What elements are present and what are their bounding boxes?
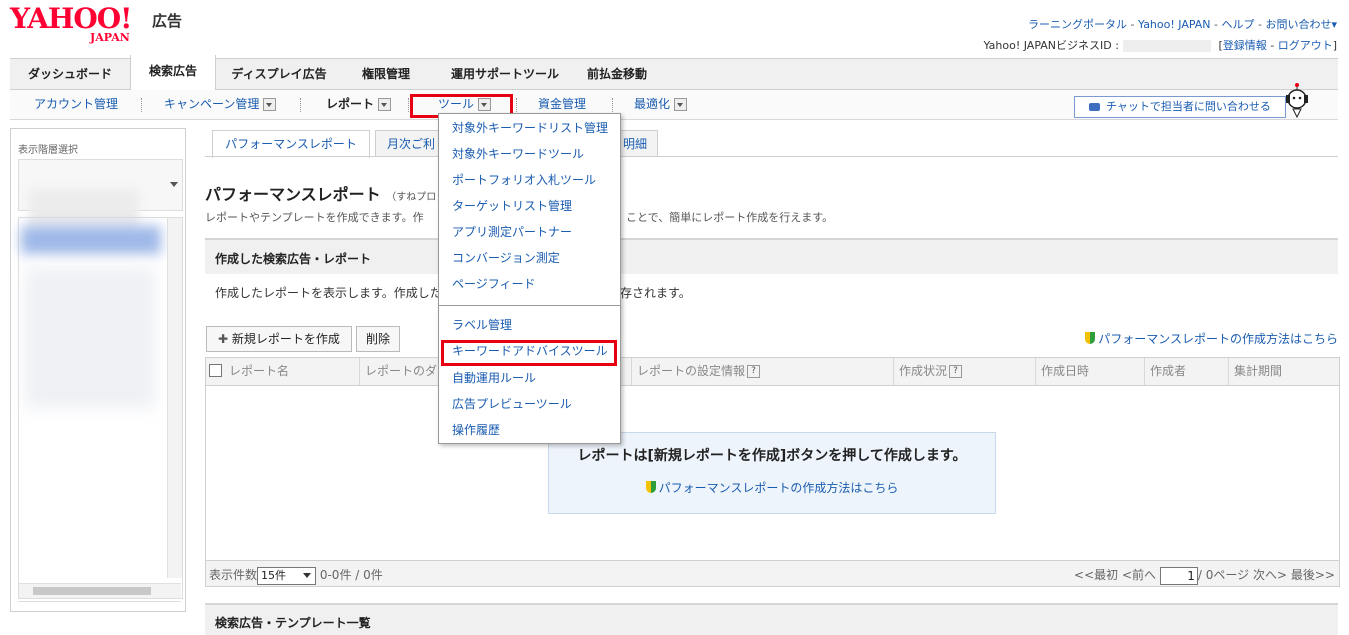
business-id-label: Yahoo! JAPANビジネスID : <box>983 39 1119 52</box>
report-table-header: レポート名 レポートのダウ レポートの設定情報? 作成状況? 作成日時 作成者 … <box>205 357 1340 386</box>
menu-conversion[interactable]: コンバージョン測定 <box>452 248 560 268</box>
hierarchy-panel: 表示階層選択 <box>10 128 186 612</box>
hierarchy-tree[interactable] <box>18 217 183 599</box>
beginner-mark-icon <box>1085 332 1096 344</box>
logo-product-text: 広告 <box>152 12 183 30</box>
template-section-header: 検索広告・テンプレート一覧 <box>205 603 1338 635</box>
total-pages: / 0ページ <box>1197 568 1250 582</box>
prev-page-link[interactable]: <前へ <box>1122 568 1156 582</box>
menu-label-management[interactable]: ラベル管理 <box>452 315 512 335</box>
help-icon[interactable]: ? <box>949 365 963 378</box>
logo-yahoo-text: YAHOO! <box>10 2 132 35</box>
yahoo-ads-logo[interactable]: YAHOO! JAPAN 広告 <box>10 2 190 45</box>
hierarchy-select[interactable] <box>18 159 183 230</box>
empty-state-box: レポートは[新規レポートを作成]ボタンを押して作成します。 パフォーマンスレポー… <box>548 432 996 514</box>
section-description-tail: 存されます。 <box>620 286 691 300</box>
logo-japan-text: JAPAN <box>90 31 130 44</box>
tab-monthly[interactable]: 月次ご利 <box>375 130 447 157</box>
result-count: 0-0件 / 0件 <box>319 568 383 582</box>
tab-search-ads[interactable]: 検索広告 <box>130 55 216 90</box>
tab-dashboard[interactable]: ダッシュボード <box>10 59 130 89</box>
next-page-link[interactable]: 次へ> <box>1253 568 1287 582</box>
plus-icon: ✚ <box>218 332 232 346</box>
section-description: 作成したレポートを表示します。作成した <box>215 286 442 300</box>
learning-portal-link[interactable]: ラーニングポータル <box>1028 18 1127 31</box>
keyword-advice-highlight-box <box>441 340 617 366</box>
col-report-settings: レポートの設定情報? <box>631 358 761 385</box>
dropdown-arrow-icon <box>263 98 277 111</box>
col-status[interactable]: 作成状況? <box>893 358 963 385</box>
chat-icon <box>1089 103 1101 111</box>
col-created-at[interactable]: 作成日時 <box>1035 358 1089 385</box>
chat-button[interactable]: チャットで担当者に問い合わせる <box>1074 96 1286 118</box>
section-header: 作成した検索広告・レポート <box>205 238 1338 274</box>
empty-state-message: レポートは[新規レポートを作成]ボタンを押して作成します。 <box>577 448 967 464</box>
select-all-checkbox[interactable] <box>209 364 222 377</box>
page-number-input[interactable]: 1 <box>1159 566 1198 585</box>
menu-ad-preview[interactable]: 広告プレビューツール <box>452 394 572 414</box>
empty-state-howto-link[interactable]: パフォーマンスレポートの作成方法はこちら <box>549 479 995 496</box>
page-description: レポートやテンプレートを作成できます。作 <box>205 211 424 224</box>
subnav-campaign[interactable]: キャンペーン管理 <box>164 90 277 119</box>
tools-dropdown-menu: 対象外キーワードリスト管理 対象外キーワードツール ポートフォリオ入札ツール タ… <box>438 113 621 444</box>
help-link[interactable]: ヘルプ <box>1222 18 1255 31</box>
tab-display-ads[interactable]: ディスプレイ広告 <box>216 59 342 89</box>
yahoo-japan-link[interactable]: Yahoo! JAPAN <box>1138 18 1211 31</box>
main-tabs: ダッシュボード 検索広告 ディスプレイ広告 権限管理 運用サポートツール 前払金… <box>10 55 1338 90</box>
tab-permissions[interactable]: 権限管理 <box>342 59 430 89</box>
page-description-tail: ことで、簡単にレポート作成を行えます。 <box>626 211 834 224</box>
dropdown-arrow-icon <box>378 98 392 111</box>
menu-operation-history[interactable]: 操作履歴 <box>452 420 500 440</box>
contact-link[interactable]: お問い合わせ▾ <box>1265 18 1337 31</box>
business-id-row: Yahoo! JAPANビジネスID : [登録情報 - ログアウト] <box>983 39 1337 52</box>
new-report-button[interactable]: ✚ 新規レポートを作成 <box>206 326 352 352</box>
menu-negative-keyword-tool[interactable]: 対象外キーワードツール <box>452 144 584 164</box>
tree-vertical-scrollbar[interactable] <box>167 218 182 578</box>
menu-negative-keyword-list[interactable]: 対象外キーワードリスト管理 <box>452 118 608 138</box>
subnav-account[interactable]: アカウント管理 <box>34 90 118 119</box>
chevron-down-icon <box>170 182 178 187</box>
dropdown-arrow-icon <box>674 98 688 111</box>
col-report-name[interactable]: レポート名 <box>224 358 289 385</box>
account-info-link[interactable]: 登録情報 <box>1223 39 1267 52</box>
beginner-mark-icon <box>645 481 656 493</box>
col-report-download: レポートのダウ <box>359 358 449 385</box>
last-page-link[interactable]: 最後>> <box>1291 568 1335 582</box>
menu-app-measurement[interactable]: アプリ測定パートナー <box>452 222 572 242</box>
first-page-link[interactable]: <<最初 <box>1074 568 1118 582</box>
tree-horizontal-scrollbar[interactable] <box>19 583 181 598</box>
col-creator[interactable]: 作成者 <box>1144 358 1186 385</box>
logout-link[interactable]: ログアウト <box>1278 39 1333 52</box>
mascot-icon <box>1283 82 1311 119</box>
page-title: パフォーマンスレポート （すねプロ <box>205 185 437 204</box>
pager: 表示件数 15件 0-0件 / 0件 <<最初 <前へ 1/ 0ページ 次へ> 最… <box>205 560 1340 587</box>
tab-support-tools[interactable]: 運用サポートツール <box>430 59 580 89</box>
tab-prepayment[interactable]: 前払金移動 <box>580 59 654 89</box>
help-icon[interactable]: ? <box>747 365 761 378</box>
subnav-report[interactable]: レポート <box>326 90 392 119</box>
howto-link[interactable]: パフォーマンスレポートの作成方法はこちら <box>1085 330 1338 347</box>
menu-page-feed[interactable]: ページフィード <box>452 274 536 294</box>
tab-performance-report[interactable]: パフォーマンスレポート <box>212 130 370 158</box>
menu-target-list[interactable]: ターゲットリスト管理 <box>452 196 572 216</box>
delete-button[interactable]: 削除 <box>356 326 400 352</box>
menu-auto-rules[interactable]: 自動運用ルール <box>452 368 536 388</box>
business-id-redacted <box>1122 40 1211 52</box>
top-links: ラーニングポータル - Yahoo! JAPAN - ヘルプ - お問い合わせ▾ <box>1028 18 1337 31</box>
subnav-optimize[interactable]: 最適化 <box>634 90 688 119</box>
page-size-select[interactable]: 15件 <box>257 566 317 585</box>
col-period[interactable]: 集計期間 <box>1228 358 1340 385</box>
menu-portfolio-bidding[interactable]: ポートフォリオ入札ツール <box>452 170 596 190</box>
hierarchy-panel-title: 表示階層選択 <box>18 145 78 156</box>
